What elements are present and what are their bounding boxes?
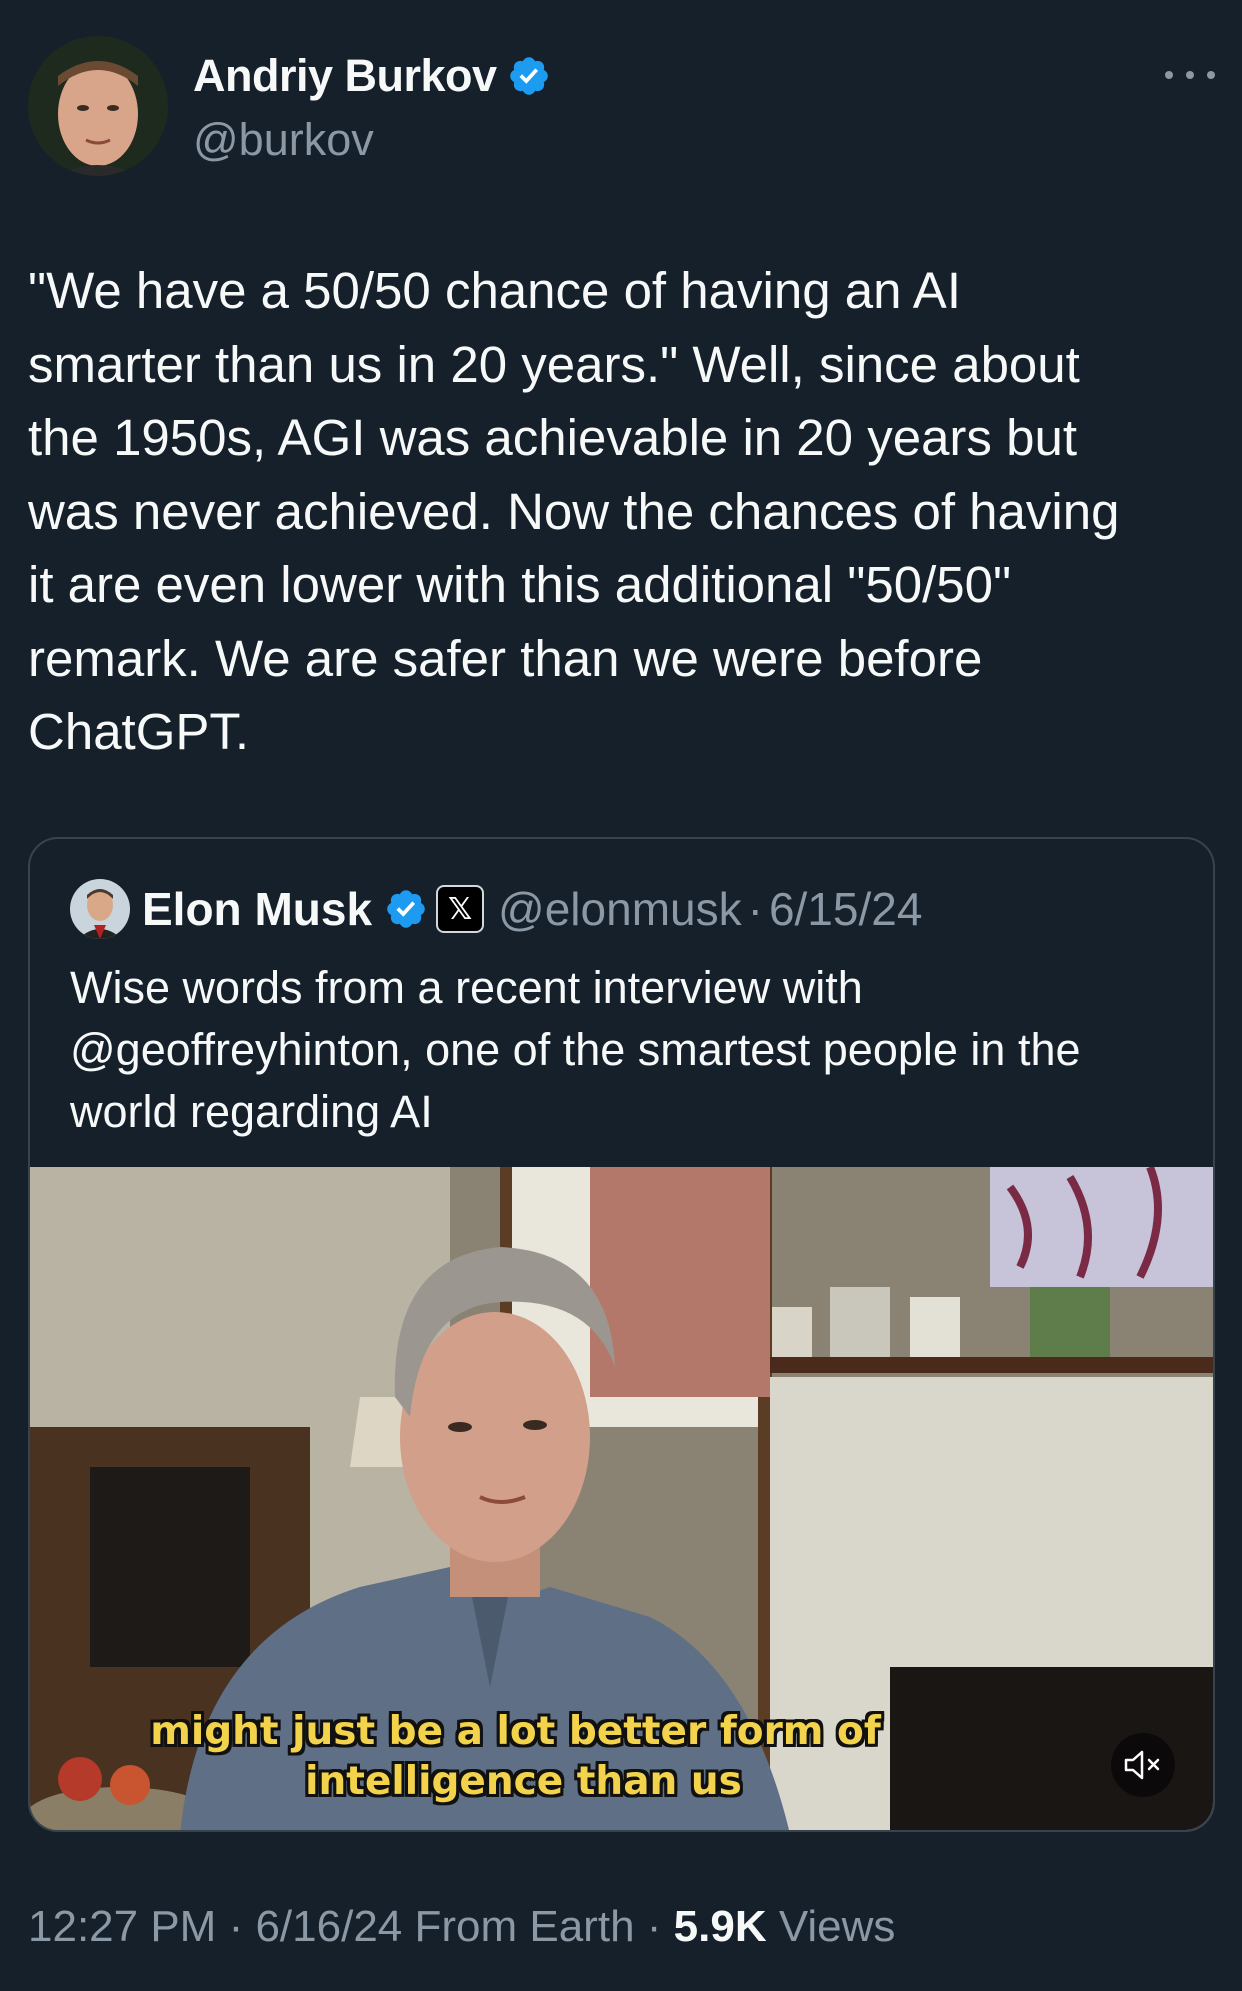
author-avatar[interactable] [28, 36, 168, 176]
quoted-tweet-card[interactable]: Elon Musk 𝕏 @elonmusk · 6/15/24 Wise wor… [28, 837, 1215, 1832]
verified-badge-icon[interactable] [384, 887, 428, 931]
quoted-date[interactable]: 6/15/24 [769, 882, 922, 936]
more-dot [1186, 71, 1194, 79]
tweet-meta: 12:27 PM · 6/16/24 From Earth · 5.9K Vie… [28, 1902, 895, 1952]
quoted-handle[interactable]: @elonmusk [498, 882, 742, 936]
x-affiliate-badge-icon[interactable]: 𝕏 [436, 885, 485, 933]
video-caption-line1: might just be a lot better form of [150, 1709, 881, 1754]
speaker-muted-icon [1124, 1750, 1160, 1780]
quoted-author-avatar[interactable] [70, 879, 130, 939]
more-dot [1207, 71, 1215, 79]
author-avatar-image [28, 36, 168, 176]
views-label: Views [766, 1902, 896, 1951]
quoted-text: Wise words from a recent interview with … [70, 962, 1081, 1137]
quoted-avatar-image [70, 879, 130, 939]
quoted-header: Elon Musk 𝕏 @elonmusk · 6/15/24 [142, 879, 922, 939]
video-player[interactable]: might just be a lot better form of intel… [30, 1167, 1213, 1830]
verified-badge-icon[interactable] [507, 54, 551, 98]
author-handle[interactable]: @burkov [193, 114, 374, 166]
meta-separator: · [216, 1902, 256, 1951]
quoted-separator: · [747, 883, 763, 935]
tweet-date[interactable]: 6/16/24 [255, 1902, 402, 1951]
quoted-display-name[interactable]: Elon Musk [142, 882, 372, 936]
meta-separator: · [634, 1902, 674, 1951]
author-name-row: Andriy Burkov [193, 50, 551, 102]
author-display-name[interactable]: Andriy Burkov [193, 50, 497, 102]
more-options-icon[interactable] [1165, 60, 1215, 90]
tweet-page: Andriy Burkov @burkov "We have a 50/50 c… [0, 0, 1242, 1991]
mute-button[interactable] [1111, 1733, 1175, 1797]
video-caption-line2: intelligence than us [305, 1759, 742, 1804]
tweet-time[interactable]: 12:27 PM [28, 1902, 216, 1951]
more-dot [1165, 71, 1173, 79]
tweet-text: "We have a 50/50 chance of having an AI … [28, 262, 1120, 760]
tweet-location: From Earth [402, 1902, 635, 1951]
views-count[interactable]: 5.9K [674, 1902, 767, 1951]
